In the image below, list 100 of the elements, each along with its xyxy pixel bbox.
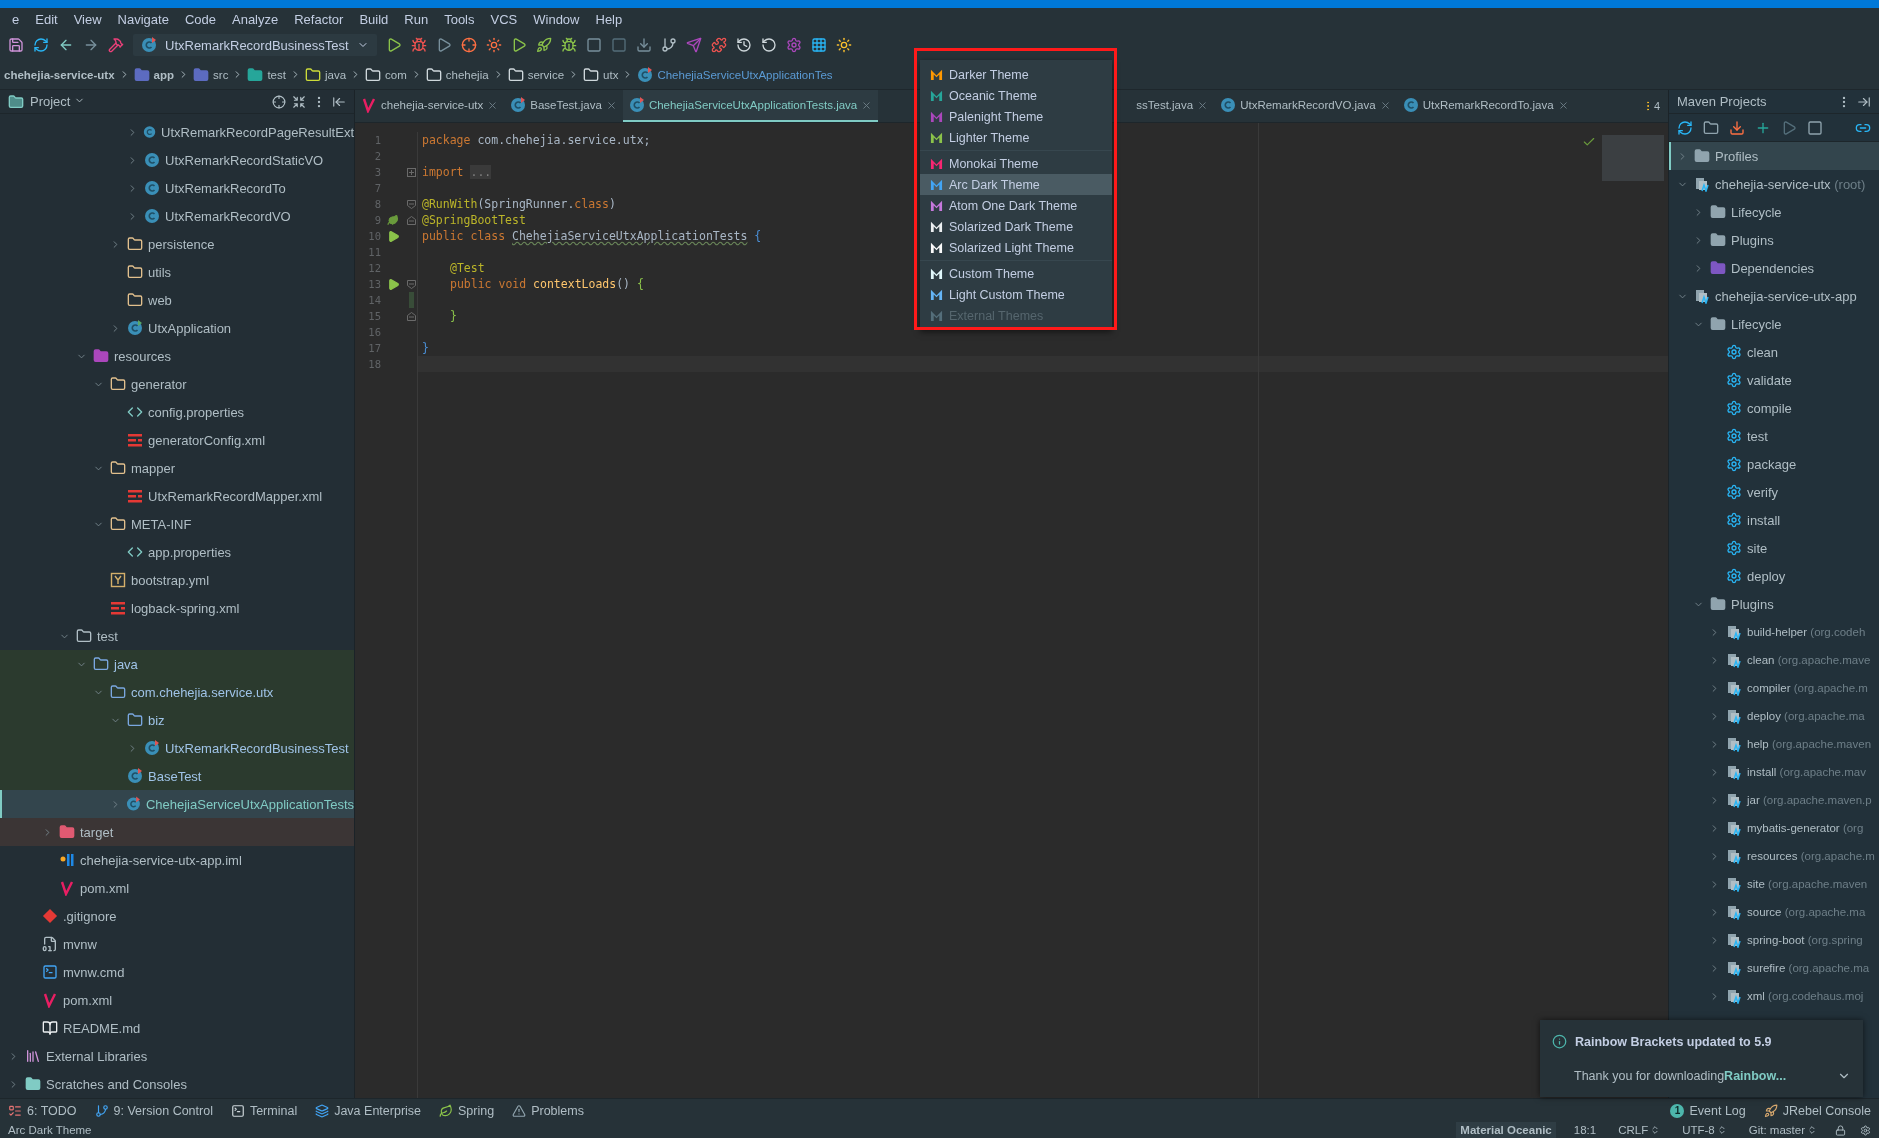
grid-icon[interactable] (810, 37, 827, 53)
menu-item[interactable]: Code (176, 11, 224, 27)
tree-item[interactable]: utils (0, 258, 354, 286)
theme-menu-item[interactable]: Atom One Dark Theme (920, 195, 1112, 216)
tree-item[interactable]: UtxRemarkRecordMapper.xml (0, 482, 354, 510)
save-icon[interactable] (8, 37, 24, 53)
tool-window-button[interactable]: Spring (439, 1103, 495, 1118)
tree-item[interactable]: Lifecycle (1669, 310, 1879, 338)
tree-item[interactable]: verify (1669, 478, 1879, 506)
tree-item[interactable]: help (org.apache.maven (1669, 730, 1879, 758)
coverage-icon[interactable] (460, 37, 477, 53)
folder-icon[interactable] (1703, 119, 1719, 136)
theme-menu-item[interactable]: Monokai Theme (920, 153, 1112, 174)
tree-item[interactable]: chehejia-service-utx (root) (1669, 170, 1879, 198)
tree-item[interactable]: mybatis-generator (org (1669, 814, 1879, 842)
tree-item[interactable]: UtxRemarkRecordVO (0, 202, 354, 230)
tree-item[interactable]: bootstrap.yml (0, 566, 354, 594)
tool-window-button[interactable]: Problems (512, 1103, 584, 1118)
tree-item[interactable]: surefire (org.apache.ma (1669, 954, 1879, 982)
theme-menu-item[interactable]: Darker Theme (920, 64, 1112, 85)
send-icon[interactable] (685, 37, 702, 53)
theme-menu-item[interactable]: Oceanic Theme (920, 85, 1112, 106)
tree-item[interactable]: test (1669, 422, 1879, 450)
tab-count[interactable]: 4 (1641, 90, 1668, 122)
panel-title[interactable]: Project (30, 94, 266, 109)
editor-tab[interactable]: ChehejiaServiceUtxApplicationTests.java (622, 90, 879, 122)
forward-icon[interactable] (83, 37, 99, 53)
menu-item[interactable]: Analyze (224, 11, 287, 27)
theme-menu-item[interactable]: Solarized Light Theme (920, 237, 1112, 258)
tree-item[interactable]: UtxRemarkRecordStaticVO (0, 146, 354, 174)
hammer-icon[interactable] (108, 37, 124, 53)
tree-item[interactable]: Lifecycle (1669, 198, 1879, 226)
breadcrumb[interactable]: service (527, 68, 565, 81)
tree-item[interactable]: biz (0, 706, 354, 734)
fold-expand-icon[interactable] (406, 167, 416, 177)
theme-menu-item[interactable]: Solarized Dark Theme (920, 216, 1112, 237)
profiler-icon[interactable] (485, 37, 502, 53)
breadcrumb[interactable]: ChehejiaServiceUtxApplicationTes (657, 68, 833, 81)
hide-icon[interactable] (1857, 94, 1871, 109)
tree-item[interactable]: spring-boot (org.spring (1669, 926, 1879, 954)
settings-icon[interactable] (785, 37, 802, 53)
tree-item[interactable]: resources (org.apache.m (1669, 842, 1879, 870)
theme-menu-item[interactable]: Lighter Theme (920, 127, 1112, 148)
close-icon[interactable] (1557, 99, 1569, 111)
fold-icon[interactable] (406, 199, 416, 209)
revert-icon[interactable] (760, 37, 777, 53)
tree-item[interactable]: BaseTest (0, 762, 354, 790)
tree-item[interactable]: UtxApplication (0, 314, 354, 342)
breadcrumb[interactable]: utx (603, 68, 619, 81)
debug-icon[interactable] (560, 37, 577, 53)
tree-item[interactable]: deploy (1669, 562, 1879, 590)
refresh-icon[interactable] (1677, 119, 1693, 136)
theme-menu-item[interactable]: Light Custom Theme (920, 284, 1112, 305)
tree-item[interactable]: deploy (org.apache.ma (1669, 702, 1879, 730)
tool-window-button[interactable]: 1 Event Log (1670, 1103, 1746, 1118)
status-item[interactable]: Git: master (1744, 1122, 1821, 1138)
stop-icon[interactable] (585, 37, 602, 53)
menu-item[interactable]: Navigate (109, 11, 177, 27)
status-item[interactable]: Material Oceanic (1456, 1122, 1556, 1138)
tree-item[interactable]: clean (1669, 338, 1879, 366)
tree-item[interactable]: jar (org.apache.maven.p (1669, 786, 1879, 814)
tool-window-button[interactable]: JRebel Console (1763, 1103, 1871, 1118)
breadcrumb[interactable]: app (153, 68, 175, 81)
run-configuration-dropdown[interactable]: UtxRemarkRecordBusinessTest (133, 34, 377, 56)
theme-menu-item[interactable]: Arc Dark Theme (920, 174, 1112, 195)
tree-item[interactable]: mapper (0, 454, 354, 482)
hide-icon[interactable] (332, 94, 346, 109)
tree-item[interactable]: validate (1669, 366, 1879, 394)
menu-item[interactable]: Help (587, 11, 631, 27)
breadcrumb[interactable]: java (324, 68, 347, 81)
menu-item[interactable]: Window (525, 11, 588, 27)
tree-item[interactable]: generator (0, 370, 354, 398)
tool-window-button[interactable]: Java Enterprise (315, 1103, 422, 1118)
status-item[interactable]: CRLF (1614, 1122, 1665, 1138)
menu-item[interactable]: View (65, 11, 110, 27)
menu-item[interactable]: Run (396, 11, 437, 27)
tree-item[interactable]: site (org.apache.maven (1669, 870, 1879, 898)
menu-item[interactable]: Tools (436, 11, 483, 27)
status-item[interactable]: 18:1 (1569, 1122, 1601, 1138)
menu-item[interactable]: e (4, 11, 28, 27)
fold-end-icon[interactable] (406, 215, 416, 225)
tree-item[interactable]: config.properties (0, 398, 354, 426)
tree-item[interactable]: generatorConfig.xml (0, 426, 354, 454)
tree-item[interactable]: target (0, 818, 354, 846)
fold-end-icon[interactable] (406, 311, 416, 321)
tree-item[interactable]: clean (org.apache.mave (1669, 646, 1879, 674)
editor-tab[interactable]: ssTest.java (1130, 90, 1215, 122)
tree-item[interactable]: Plugins (1669, 590, 1879, 618)
tree-item[interactable]: install (org.apache.mav (1669, 758, 1879, 786)
tree-item[interactable]: logback-spring.xml (0, 594, 354, 622)
tree-item[interactable]: External Libraries (0, 1042, 354, 1070)
menu-item[interactable]: VCS (482, 11, 526, 27)
download-icon[interactable] (1729, 119, 1745, 136)
tree-item[interactable]: Profiles (1669, 142, 1879, 170)
tree-item[interactable]: xml (org.codehaus.moj (1669, 982, 1879, 1010)
debug-icon[interactable] (410, 37, 427, 53)
run-all-icon[interactable] (386, 229, 400, 243)
tree-item[interactable]: site (1669, 534, 1879, 562)
tree-item[interactable]: META-INF (0, 510, 354, 538)
tree-item[interactable]: build-helper (org.codeh (1669, 618, 1879, 646)
